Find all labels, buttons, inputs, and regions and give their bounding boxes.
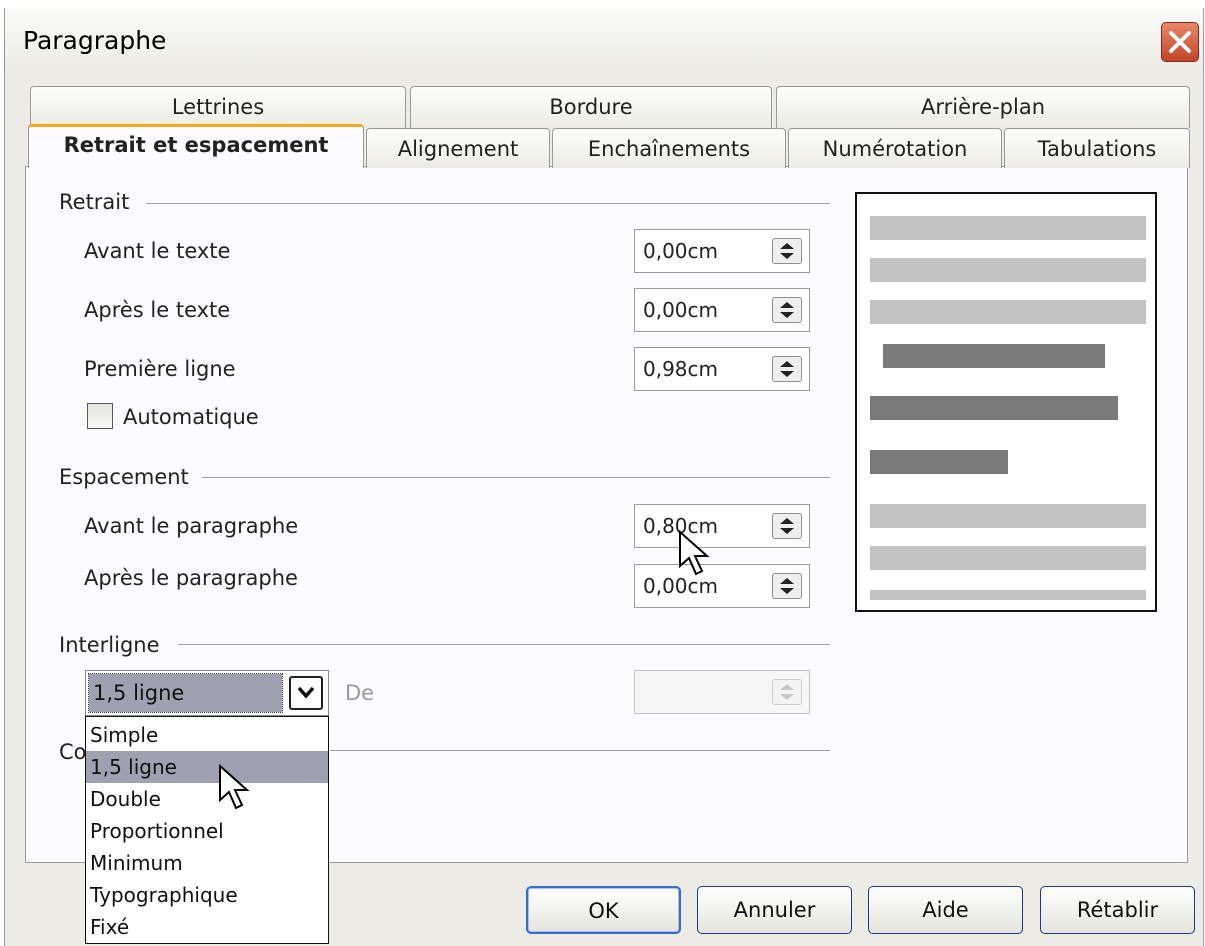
mouse-cursor-icon — [679, 530, 710, 576]
tab-enchainements[interactable]: Enchaînements — [552, 128, 786, 168]
tab-bordure[interactable]: Bordure — [410, 86, 772, 128]
automatique-label: Automatique — [123, 405, 259, 429]
preview-line-current — [870, 450, 1008, 474]
avant-paragraphe-label: Avant le paragraphe — [84, 514, 299, 538]
tab-arriere-plan[interactable]: Arrière-plan — [776, 86, 1190, 128]
de-spinner — [634, 670, 810, 714]
paragraph-preview — [855, 192, 1157, 612]
premiere-ligne-value[interactable]: 0,98cm — [643, 357, 718, 381]
apres-le-texte-spin-buttons[interactable] — [772, 297, 802, 323]
retrait-divider — [146, 203, 830, 204]
hidden-section-divider — [330, 750, 830, 751]
preview-line-current — [883, 344, 1105, 368]
interligne-selected-value[interactable]: 1,5 ligne — [88, 673, 283, 713]
premiere-ligne-spinner[interactable]: 0,98cm — [634, 347, 810, 391]
apres-le-texte-label: Après le texte — [84, 298, 231, 322]
interligne-select[interactable]: 1,5 ligne — [85, 670, 329, 716]
espacement-section-title: Espacement — [59, 465, 189, 489]
automatique-checkbox[interactable] — [87, 403, 113, 429]
apres-paragraphe-spin-buttons[interactable] — [772, 573, 802, 599]
espacement-divider — [202, 477, 830, 478]
spin-arrows-icon — [780, 684, 794, 700]
interligne-dropdown-button[interactable] — [289, 676, 323, 710]
option-fixe[interactable]: Fixé — [86, 911, 328, 943]
apres-paragraphe-spinner[interactable]: 0,00cm — [634, 564, 810, 608]
dialog-title: Paragraphe — [23, 26, 167, 55]
avant-paragraphe-spin-buttons[interactable] — [772, 513, 802, 539]
chevron-down-icon — [297, 686, 315, 699]
retrait-section-title: Retrait — [59, 190, 130, 214]
spin-arrows-icon — [780, 518, 794, 534]
option-1-5-ligne[interactable]: 1,5 ligne — [86, 751, 328, 783]
option-proportionnel[interactable]: Proportionnel — [86, 815, 328, 847]
interligne-dropdown-list: Simple 1,5 ligne Double Proportionnel Mi… — [85, 716, 329, 944]
premiere-ligne-label: Première ligne — [84, 357, 236, 381]
preview-line — [870, 300, 1146, 324]
interligne-section-title: Interligne — [59, 633, 160, 657]
preview-line — [870, 504, 1146, 528]
avant-le-texte-value[interactable]: 0,00cm — [643, 239, 718, 263]
help-button[interactable]: Aide — [868, 886, 1023, 934]
de-spin-buttons — [772, 679, 802, 705]
spin-arrows-icon — [780, 361, 794, 377]
avant-le-texte-spinner[interactable]: 0,00cm — [634, 229, 810, 273]
tab-numerotation[interactable]: Numérotation — [788, 128, 1002, 168]
option-simple[interactable]: Simple — [86, 719, 328, 751]
tab-tabulations[interactable]: Tabulations — [1004, 128, 1190, 168]
preview-line-current — [870, 396, 1118, 420]
apres-le-texte-value[interactable]: 0,00cm — [643, 298, 718, 322]
premiere-ligne-spin-buttons[interactable] — [772, 356, 802, 382]
cancel-button[interactable]: Annuler — [697, 886, 852, 934]
title-bar: Paragraphe — [5, 8, 1203, 70]
de-label: De — [345, 681, 375, 705]
avant-le-texte-label: Avant le texte — [84, 239, 231, 263]
tab-retrait-espacement[interactable]: Retrait et espacement — [28, 124, 364, 168]
apres-le-texte-spinner[interactable]: 0,00cm — [634, 288, 810, 332]
mouse-cursor-icon — [219, 764, 250, 810]
interligne-divider — [178, 644, 830, 645]
close-button[interactable] — [1161, 22, 1199, 62]
apres-paragraphe-label: Après le paragraphe — [84, 566, 298, 590]
spin-arrows-icon — [780, 578, 794, 594]
preview-line — [870, 216, 1146, 240]
option-double[interactable]: Double — [86, 783, 328, 815]
reset-button[interactable]: Rétablir — [1040, 886, 1195, 934]
close-icon — [1169, 31, 1191, 53]
avant-paragraphe-spinner[interactable]: 0,80cm — [634, 504, 810, 548]
preview-line — [870, 258, 1146, 282]
hidden-section-title: Co — [59, 740, 87, 764]
ok-button[interactable]: OK — [526, 886, 681, 934]
spin-arrows-icon — [780, 243, 794, 259]
option-typographique[interactable]: Typographique — [86, 879, 328, 911]
tab-lettrines[interactable]: Lettrines — [30, 86, 406, 128]
preview-line — [870, 546, 1146, 570]
option-minimum[interactable]: Minimum — [86, 847, 328, 879]
avant-le-texte-spin-buttons[interactable] — [772, 238, 802, 264]
spin-arrows-icon — [780, 302, 794, 318]
preview-line — [870, 590, 1146, 600]
tab-alignement[interactable]: Alignement — [366, 128, 550, 168]
